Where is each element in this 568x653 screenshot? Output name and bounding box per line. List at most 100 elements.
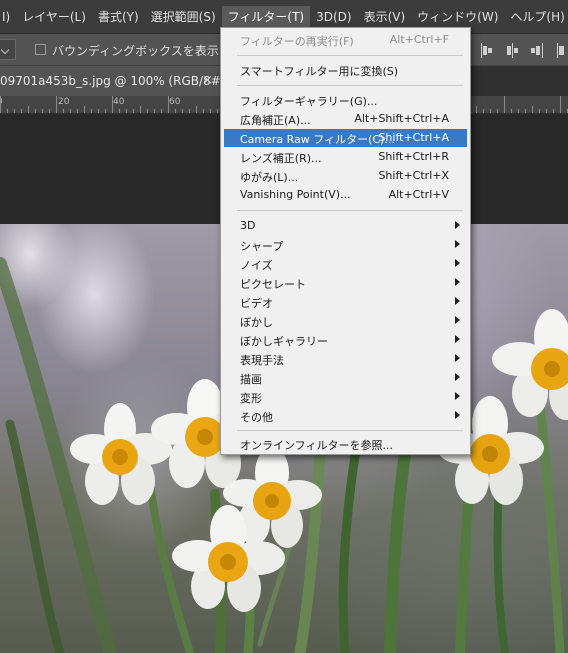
ruler-tick (476, 106, 477, 113)
align-extra-icon[interactable] (556, 43, 568, 58)
menu-item-label: ぼかし (240, 316, 273, 329)
ruler-tick (161, 109, 162, 113)
menu-item-render[interactable]: 描画 (224, 369, 467, 387)
menu-item-lens-correction[interactable]: レンズ補正(R)... Shift+Ctrl+R (224, 148, 467, 166)
submenu-arrow-icon (455, 259, 460, 267)
ruler-tick (490, 109, 491, 113)
submenu-arrow-icon (455, 240, 460, 248)
menu-item-label: 変形 (240, 392, 262, 405)
menu-item-type[interactable]: 書式(Y) (92, 6, 145, 28)
ruler-tick (504, 96, 505, 113)
menu-item-shortcut: Alt+Ctrl+F (389, 33, 449, 46)
menu-item-view[interactable]: 表示(V) (358, 6, 412, 28)
ruler-tick (14, 109, 15, 113)
menu-item-sharpen[interactable]: シャープ (224, 236, 467, 254)
submenu-arrow-icon (455, 354, 460, 362)
ruler-tick (42, 109, 43, 113)
menu-item-window[interactable]: ウィンドウ(W) (411, 6, 504, 28)
ruler-tick (126, 109, 127, 113)
menu-item-adaptive-wide-angle[interactable]: 広角補正(A)... Alt+Shift+Ctrl+A (224, 110, 467, 128)
menu-item-label: ゆがみ(L)... (240, 171, 299, 184)
menu-item-label: ノイズ (240, 259, 273, 272)
close-icon[interactable]: × (202, 73, 213, 88)
ruler-label: 20 (58, 97, 70, 107)
ruler-tick (154, 109, 155, 113)
menu-item-label: オンラインフィルターを参照... (240, 439, 393, 452)
menu-item-select[interactable]: 選択範囲(S) (145, 6, 222, 28)
menu-item-filter-gallery[interactable]: フィルターギャラリー(G)... (224, 91, 467, 109)
menu-item-label: シャープ (240, 240, 284, 253)
menu-item-label: スマートフィルター用に変換(S) (240, 65, 399, 78)
ruler-tick (532, 106, 533, 113)
submenu-arrow-icon (455, 316, 460, 324)
menu-item-label: Vanishing Point(V)... (240, 188, 351, 201)
menu-item-stylize[interactable]: 表現手法 (224, 350, 467, 368)
menu-item-distort[interactable]: 変形 (224, 388, 467, 406)
ruler-tick (511, 109, 512, 113)
ruler-tick (7, 109, 8, 113)
ruler-tick (525, 109, 526, 113)
ruler-tick (49, 109, 50, 113)
ruler-label: 40 (113, 97, 125, 107)
menu-item-blur[interactable]: ぼかし (224, 312, 467, 330)
menu-item-label: ビデオ (240, 297, 273, 310)
menu-item-other[interactable]: その他 (224, 407, 467, 425)
ruler-tick (35, 109, 36, 113)
menu-item-noise[interactable]: ノイズ (224, 255, 467, 273)
menu-item-label: ピクセレート (240, 278, 306, 291)
menu-item-label: 3D (240, 219, 256, 232)
menu-item-image-partial[interactable]: I) (0, 6, 16, 28)
ruler-tick (546, 109, 547, 113)
menu-item-label: Camera Raw フィルター(C)... (240, 133, 395, 146)
menu-item-layer[interactable]: レイヤー(L) (16, 6, 92, 28)
align-left-icon[interactable] (480, 43, 494, 58)
menu-item-filter[interactable]: フィルター(T) (221, 5, 311, 28)
document-tab-title: 09701a453b_s.jpg @ 100% (RGB/8#) (0, 74, 226, 88)
menu-item-browse-online-filters[interactable]: オンラインフィルターを参照... (224, 435, 467, 453)
document-tab[interactable]: 09701a453b_s.jpg @ 100% (RGB/8#) × (0, 66, 226, 96)
menu-item-label: ぼかしギャラリー (240, 335, 328, 348)
ruler-tick (168, 96, 169, 113)
menu-separator (237, 55, 463, 56)
menu-item-blur-gallery[interactable]: ぼかしギャラリー (224, 331, 467, 349)
ruler-tick (0, 96, 1, 113)
align-right-icon[interactable] (530, 43, 544, 58)
menu-item-shortcut: Alt+Shift+Ctrl+A (354, 112, 449, 125)
menu-item-camera-raw-filter[interactable]: Camera Raw フィルター(C)... Shift+Ctrl+A (224, 129, 467, 147)
menu-item-label: 描画 (240, 373, 262, 386)
menu-item-label: 広角補正(A)... (240, 114, 311, 127)
ruler-tick (203, 109, 204, 113)
ruler-tick (56, 96, 57, 113)
menu-item-pixelate[interactable]: ピクセレート (224, 274, 467, 292)
submenu-arrow-icon (455, 335, 460, 343)
menu-item-shortcut: Shift+Ctrl+R (378, 150, 449, 163)
menu-item-label: 表現手法 (240, 354, 284, 367)
filter-menu: フィルターの再実行(F) Alt+Ctrl+F スマートフィルター用に変換(S)… (220, 27, 471, 455)
ruler-tick (112, 96, 113, 113)
menu-item-help[interactable]: ヘルプ(H) (504, 6, 568, 28)
submenu-arrow-icon (455, 373, 460, 381)
align-center-icon[interactable] (505, 43, 519, 58)
menu-item-repeat-filter[interactable]: フィルターの再実行(F) Alt+Ctrl+F (224, 31, 467, 49)
submenu-arrow-icon (455, 411, 460, 419)
menu-separator (237, 210, 463, 211)
ruler-tick (553, 109, 554, 113)
ruler-tick (63, 109, 64, 113)
bounding-box-checkbox[interactable] (35, 44, 46, 55)
menu-item-liquify[interactable]: ゆがみ(L)... Shift+Ctrl+X (224, 167, 467, 185)
menu-item-3d[interactable]: 3D (224, 217, 467, 235)
ruler-tick (483, 109, 484, 113)
tool-preset-dropdown[interactable] (0, 39, 16, 60)
menu-item-video[interactable]: ビデオ (224, 293, 467, 311)
menu-item-vanishing-point[interactable]: Vanishing Point(V)... Alt+Ctrl+V (224, 186, 467, 204)
menu-item-3d[interactable]: 3D(D) (310, 6, 357, 28)
ruler-label: 60 (169, 97, 181, 107)
ruler-tick (119, 109, 120, 113)
menu-item-label: その他 (240, 411, 273, 424)
ruler-tick (98, 109, 99, 113)
ruler-tick (28, 106, 29, 113)
menu-item-convert-smart-filter[interactable]: スマートフィルター用に変換(S) (224, 61, 467, 79)
menu-item-shortcut: Shift+Ctrl+A (378, 131, 449, 144)
ruler-tick (217, 109, 218, 113)
ruler-tick (140, 106, 141, 113)
